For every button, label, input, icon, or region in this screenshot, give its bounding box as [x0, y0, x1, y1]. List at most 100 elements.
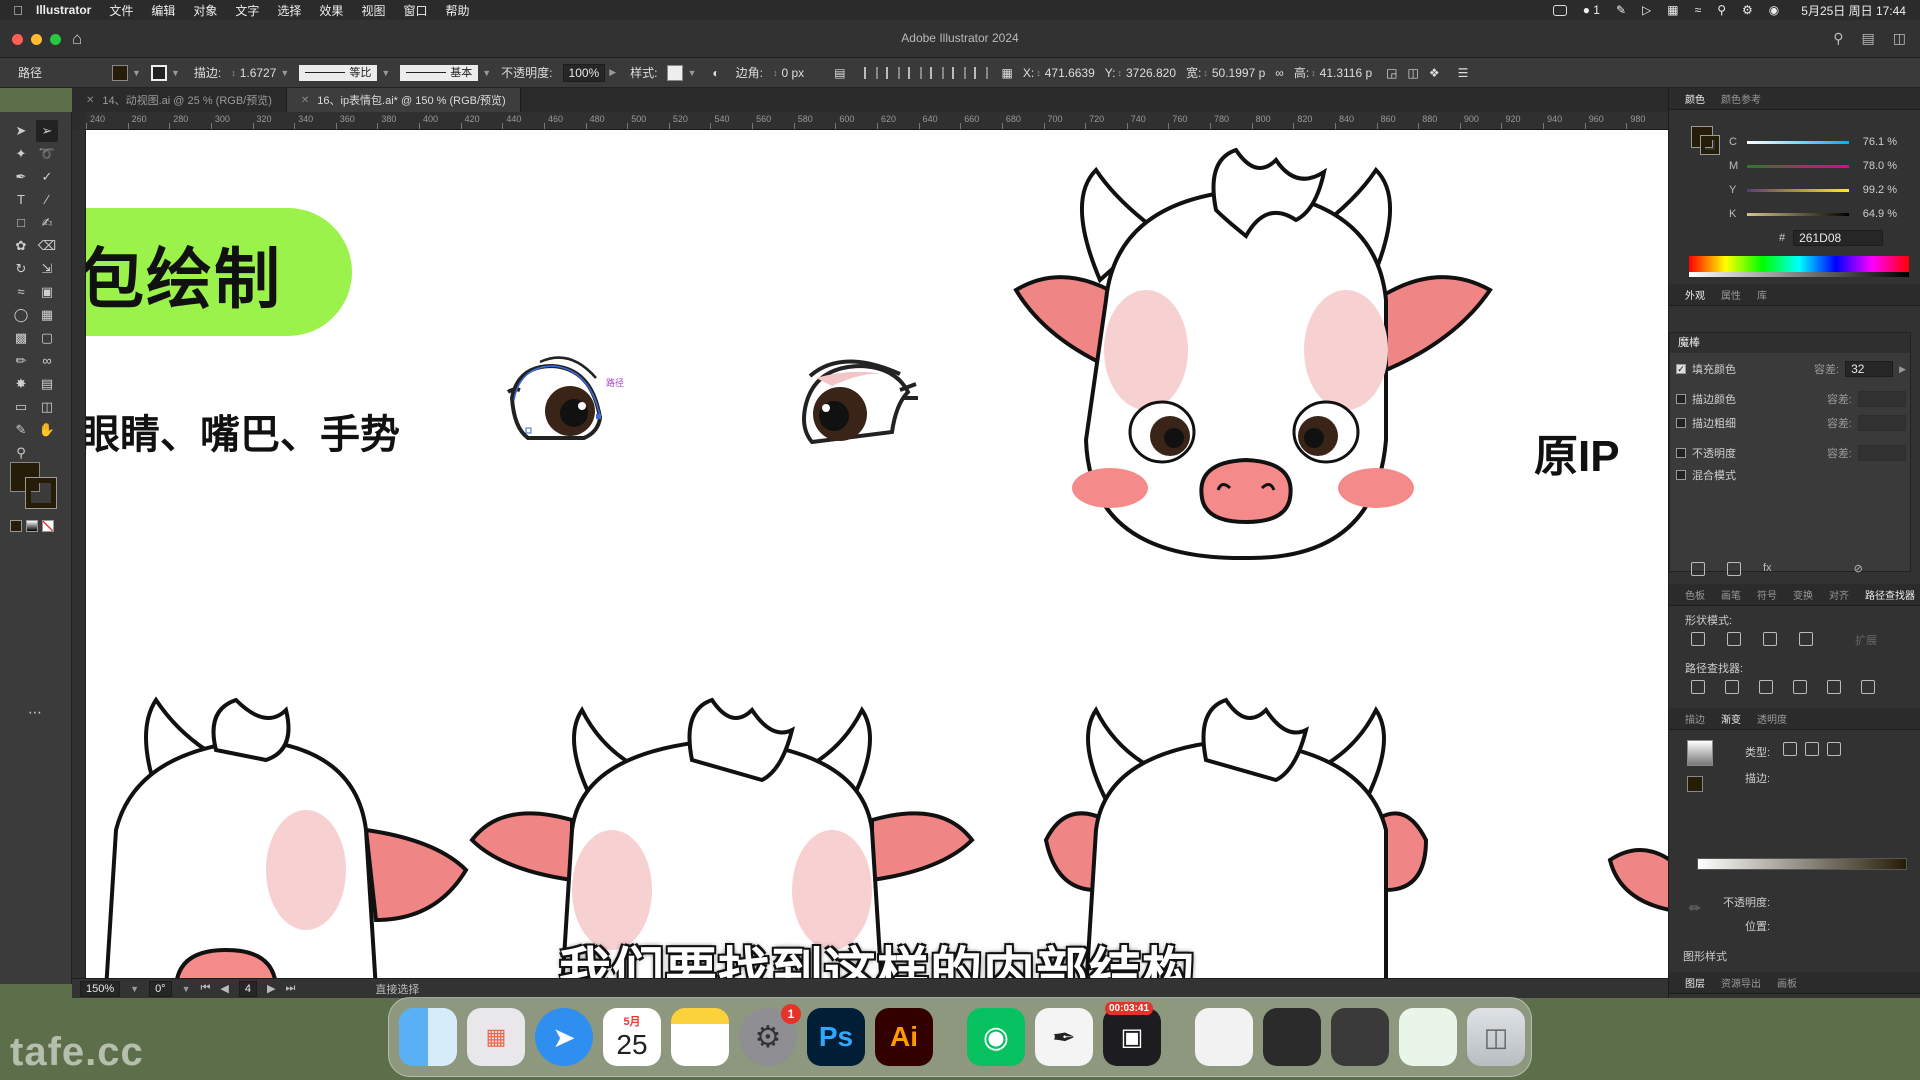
ruler-corner[interactable] [72, 112, 86, 130]
column-graph-tool-icon[interactable]: ▤ [36, 373, 58, 395]
color-mode-icon[interactable] [10, 520, 22, 532]
add-fill-icon[interactable] [1727, 562, 1741, 576]
align-center-icon[interactable] [885, 66, 900, 79]
screen-recorder-app-icon[interactable]: 00:03:41 ▣ [1103, 1002, 1161, 1066]
menu-effect[interactable]: 效果 [319, 2, 343, 19]
freeform-gradient-icon[interactable] [1827, 742, 1841, 756]
photoshop-app-icon[interactable]: Ps [807, 1008, 865, 1066]
finder-app-icon[interactable] [399, 1008, 457, 1066]
tab-gradient[interactable]: 渐变 [1721, 711, 1741, 726]
opacity-label[interactable]: 不透明度: [501, 64, 552, 81]
tab-transform[interactable]: 变换 [1793, 587, 1813, 602]
workspace-icon[interactable]: ◫ [1893, 30, 1906, 47]
eraser-tool-icon[interactable]: ⌫ [36, 235, 58, 257]
menu-help[interactable]: 帮助 [445, 2, 469, 19]
calendar-app-icon[interactable]: 5月 25 [603, 1008, 661, 1066]
lasso-tool-icon[interactable]: ➰ [36, 143, 58, 165]
eye-artwork[interactable] [792, 348, 932, 458]
tab-document-16[interactable]: ✕ 16、ip表情包.ai* @ 150 % (RGB/预览) [286, 88, 521, 112]
black-track[interactable] [1747, 212, 1849, 216]
height-value[interactable]: 41.3116 p [1320, 66, 1373, 80]
unite-icon[interactable] [1691, 632, 1705, 646]
magic-row-fill-color[interactable]: ✓ 填充颜色 容差: 32 ▶ [1676, 361, 1906, 377]
magic-row-blend-mode[interactable]: 混合模式 [1676, 467, 1906, 483]
tab-layers[interactable]: 图层 [1685, 975, 1705, 990]
magic-wand-tool-icon[interactable]: ✦ [10, 143, 32, 165]
black-slider[interactable]: K 64.9 % [1729, 206, 1897, 222]
tab-asset-export[interactable]: 资源导出 [1721, 975, 1761, 990]
graph-tool-icon[interactable]: ▭ [10, 396, 32, 418]
fx-icon[interactable]: fx [1763, 562, 1772, 576]
close-icon[interactable]: ✕ [301, 95, 309, 106]
current-tool-label[interactable]: 直接选择 [375, 981, 419, 997]
crop-icon[interactable] [1793, 680, 1807, 694]
gradient-fill-swatch[interactable] [1687, 776, 1703, 792]
minus-front-icon[interactable] [1727, 632, 1741, 646]
gradient-eyedropper-icon[interactable]: ✏ [1689, 900, 1701, 917]
chevron-down-icon[interactable]: ▼ [182, 984, 191, 994]
cow-variant-4-ear[interactable] [1600, 830, 1668, 930]
align-middle-icon[interactable] [951, 66, 966, 79]
trash-app-icon[interactable]: ◫ [1467, 1008, 1525, 1066]
tab-document-14[interactable]: ✕ 14、动视图.ai @ 25 % (RGB/预览) [72, 88, 287, 112]
facetime-icon[interactable] [1552, 4, 1567, 16]
tab-color-guide[interactable]: 颜色参考 [1721, 91, 1761, 106]
menu-file[interactable]: 文件 [109, 2, 133, 19]
vertical-ruler[interactable] [72, 130, 86, 978]
variable-width-profile[interactable]: 等比 ▼ [299, 64, 390, 81]
chevron-right-icon[interactable]: ▶ [609, 67, 616, 78]
cyan-track[interactable] [1747, 140, 1849, 144]
outline-icon[interactable] [1827, 680, 1841, 694]
wechat-app-icon[interactable]: ◉ [967, 1008, 1025, 1066]
shape-builder-tool-icon[interactable]: ◯ [10, 304, 32, 326]
paintbrush-tool-icon[interactable]: ✍ [36, 212, 58, 234]
tab-properties[interactable]: 属性 [1721, 287, 1741, 302]
apple-icon[interactable]:  [0, 3, 36, 18]
magenta-value[interactable]: 78.0 % [1857, 160, 1897, 172]
magic-row-stroke-color[interactable]: 描边颜色 容差: [1676, 391, 1906, 407]
yellow-value[interactable]: 99.2 % [1857, 184, 1897, 196]
none-mode-icon[interactable] [42, 520, 54, 532]
eyedropper-tool-icon[interactable]: ✏ [10, 350, 32, 372]
curvature-tool-icon[interactable]: ✓ [36, 166, 58, 188]
more-tools-icon[interactable]: ⋯ [28, 704, 42, 721]
cow-ear[interactable] [1607, 848, 1668, 912]
graphic-style-swatch[interactable] [667, 64, 684, 81]
stroke-color-checkbox[interactable] [1676, 394, 1686, 404]
chevron-down-icon[interactable]: ▼ [381, 68, 390, 78]
siri-icon[interactable]: ◉ [1769, 3, 1779, 17]
launchpad-app-icon[interactable]: ▦ [467, 1008, 525, 1066]
align-top-icon[interactable] [929, 66, 944, 79]
align-bottom-icon[interactable] [973, 66, 988, 79]
slice-tool-icon[interactable]: ✎ [10, 419, 32, 441]
original-ip-cow[interactable] [1006, 140, 1546, 600]
artboard-number-field[interactable]: 4 [238, 980, 258, 997]
cow-ear-right[interactable] [1373, 275, 1493, 373]
banner-title[interactable]: 包绘制 [86, 226, 282, 322]
search-icon[interactable]: ⚲ [1833, 30, 1843, 47]
corner-value[interactable]: 0 px [782, 66, 805, 80]
cow-ear[interactable] [870, 811, 975, 883]
expand-button[interactable]: 扩展 [1855, 632, 1877, 648]
menu-select[interactable]: 选择 [277, 2, 301, 19]
anchor-point[interactable] [596, 414, 601, 419]
corner-field[interactable]: ↕ 0 px [773, 66, 804, 80]
chevron-down-icon[interactable]: ▼ [687, 68, 696, 78]
trim-icon[interactable] [1725, 680, 1739, 694]
safari-app-icon[interactable]: ➤ [535, 1008, 593, 1066]
notes-app-icon[interactable] [671, 1008, 729, 1066]
direct-selection-tool-icon[interactable]: ➢ [36, 120, 58, 142]
shaper-tool-icon[interactable]: ✿ [10, 235, 32, 257]
stroke-weight-checkbox[interactable] [1676, 418, 1686, 428]
opacity-field[interactable]: 100% ▶ [562, 63, 616, 82]
perspective-grid-tool-icon[interactable]: ▦ [36, 304, 58, 326]
width-tool-icon[interactable]: ≈ [10, 281, 32, 303]
anchor-point[interactable] [525, 427, 532, 434]
original-ip-label[interactable]: 原IP [1534, 420, 1620, 484]
menu-app-name[interactable]: Illustrator [36, 3, 91, 17]
menu-window[interactable]: 窗口 [403, 2, 427, 19]
align-to-icon[interactable]: ▤ [834, 66, 845, 80]
rotation-field[interactable]: 0° [149, 980, 172, 997]
type-tool-icon[interactable]: T [10, 189, 32, 211]
stroke-color-swatch[interactable] [150, 64, 167, 81]
